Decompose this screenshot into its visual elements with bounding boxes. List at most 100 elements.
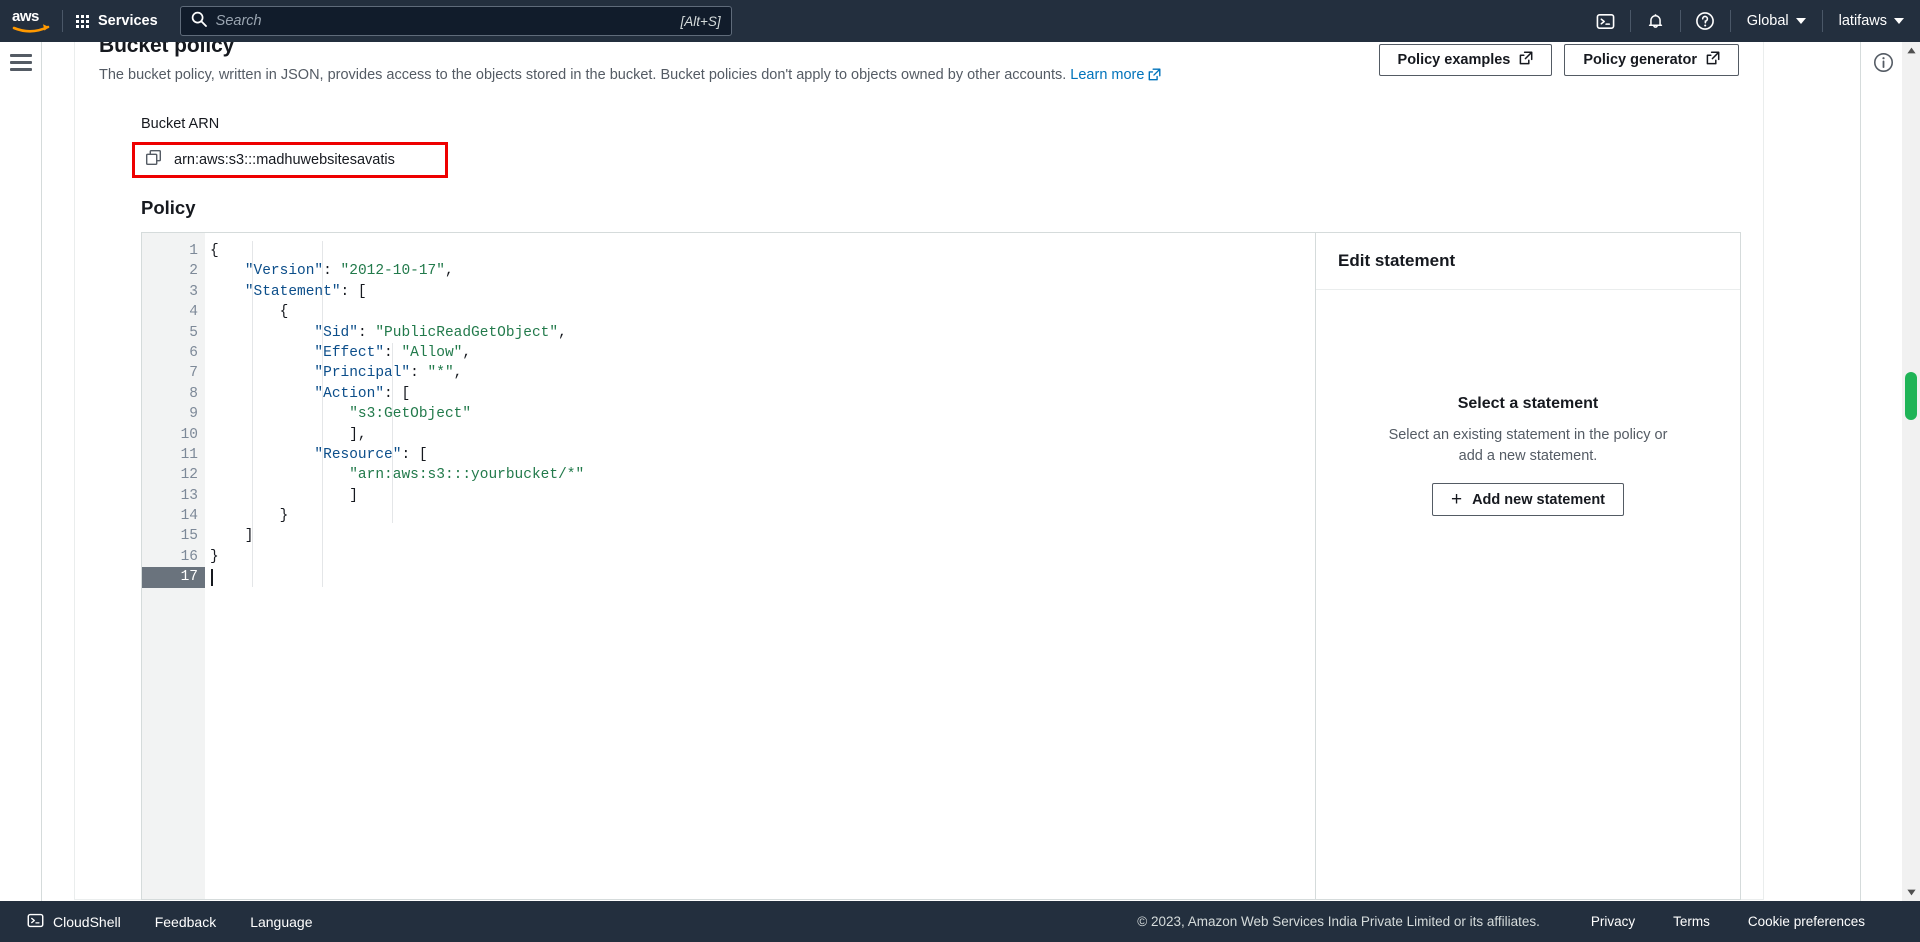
- info-panel-button[interactable]: [1871, 50, 1895, 74]
- cloudshell-button[interactable]: [1581, 0, 1630, 42]
- code-token-key: "Statement": [244, 283, 341, 300]
- main-content-area: Bucket policy The bucket policy, written…: [42, 42, 1801, 901]
- info-circle-icon: [1873, 52, 1893, 72]
- scrollbar-down-button[interactable]: [1902, 884, 1920, 901]
- json-code-editor[interactable]: 1▼ 2 3▼4▼ 5 6 7 8▼ 9 10 11▼ 12 13 14 15 16 17 { "Versio…: [142, 233, 1315, 899]
- indent-guide: [392, 343, 393, 523]
- code-token-pun: :: [357, 324, 376, 341]
- code-token-pun: [210, 467, 349, 483]
- code-token-pun: :: [410, 365, 428, 382]
- code-token-pun: }: [210, 548, 219, 565]
- page-scrollbar[interactable]: [1902, 42, 1920, 901]
- editor-line-number: 6: [189, 344, 198, 361]
- description-text: The bucket policy, written in JSON, prov…: [99, 67, 1071, 83]
- code-token-pun: ,: [462, 344, 472, 361]
- grid-icon: [76, 14, 89, 28]
- editor-code-line: "arn:aws:s3:::yourbucket/*": [205, 465, 1315, 485]
- editor-code-line: {: [205, 302, 1315, 322]
- editor-code-line: }: [205, 506, 1315, 526]
- scrollbar-up-button[interactable]: [1902, 42, 1920, 59]
- code-token-pun: ],: [210, 426, 367, 443]
- services-label: Services: [98, 13, 158, 29]
- plus-icon: +: [1450, 489, 1463, 510]
- card-header: Bucket policy The bucket policy, written…: [75, 42, 1763, 104]
- header-actions: Policy examples Policy generator: [1378, 44, 1739, 76]
- footer-left-group: CloudShell Feedback Language: [0, 901, 330, 942]
- global-search-box[interactable]: [Alt+S]: [179, 6, 732, 36]
- add-new-statement-button[interactable]: + Add new statement: [1431, 483, 1625, 516]
- chevron-down-icon: [1795, 18, 1806, 24]
- learn-more-label: Learn more: [1070, 67, 1145, 83]
- editor-line-number: 13: [180, 487, 198, 504]
- code-token-pun: : [: [401, 446, 428, 463]
- editor-code-line: "Statement": [: [205, 282, 1315, 302]
- notifications-button[interactable]: [1631, 0, 1680, 42]
- editor-code-line: "Version": "2012-10-17",: [205, 261, 1315, 281]
- aws-logo-icon: aws: [12, 8, 50, 33]
- text-cursor: [211, 569, 213, 587]
- code-token-pun: }: [210, 508, 289, 525]
- footer-cookie-preferences-link[interactable]: Cookie preferences: [1729, 914, 1884, 929]
- top-navigation-bar: aws Services [Alt+S]: [0, 0, 1920, 42]
- editor-line-number: 11▼: [142, 445, 211, 465]
- account-label: latifaws: [1838, 13, 1887, 29]
- caret-down-icon: [1906, 889, 1916, 896]
- question-circle-icon: [1696, 12, 1715, 30]
- search-shortcut-hint: [Alt+S]: [680, 13, 721, 29]
- sidebar-toggle-button[interactable]: [10, 54, 32, 71]
- code-token-pun: {: [210, 243, 219, 259]
- code-token-pun: ,: [444, 263, 454, 280]
- cloudshell-terminal-icon: [27, 912, 44, 932]
- bucket-arn-label: Bucket ARN: [141, 116, 220, 132]
- policy-generator-button[interactable]: Policy generator: [1564, 44, 1739, 76]
- add-new-statement-label: Add new statement: [1472, 491, 1606, 508]
- page-description: The bucket policy, written in JSON, prov…: [99, 65, 1199, 87]
- code-token-str: "s3:GetObject": [349, 406, 472, 423]
- footer-bar: CloudShell Feedback Language © 2023, Ama…: [0, 901, 1920, 942]
- editor-line-number: 8▼: [142, 384, 210, 404]
- bucket-policy-card: Bucket policy The bucket policy, written…: [74, 42, 1764, 900]
- right-info-rail: [1860, 42, 1902, 901]
- policy-examples-button[interactable]: Policy examples: [1378, 44, 1553, 76]
- code-token-pun: ,: [558, 324, 567, 341]
- code-token-pun: ,: [453, 365, 463, 382]
- hamburger-menu-icon: [10, 68, 32, 71]
- editor-line-number: 10: [180, 426, 198, 443]
- footer-cloudshell-button[interactable]: CloudShell: [10, 901, 138, 942]
- aws-logo[interactable]: aws: [0, 0, 62, 42]
- footer-terms-link[interactable]: Terms: [1654, 914, 1729, 929]
- indent-guide: [322, 241, 323, 587]
- footer-feedback-link[interactable]: Feedback: [138, 901, 233, 942]
- cloudshell-terminal-icon: [1596, 13, 1615, 29]
- account-menu[interactable]: latifaws: [1823, 0, 1920, 42]
- left-navigation-rail: [0, 42, 42, 901]
- help-button[interactable]: [1681, 0, 1730, 42]
- editor-code-area[interactable]: { "Version": "2012-10-17", "Statement": …: [205, 233, 1315, 899]
- code-token-pun: [210, 325, 314, 341]
- page-title: Bucket policy: [99, 42, 235, 57]
- external-link-icon: [1706, 51, 1720, 69]
- code-token-pun: [210, 447, 314, 463]
- svg-text:aws: aws: [12, 8, 39, 25]
- learn-more-link[interactable]: Learn more: [1070, 67, 1161, 83]
- search-input[interactable]: [215, 13, 672, 29]
- bell-icon: [1648, 13, 1662, 28]
- footer-copyright: © 2023, Amazon Web Services India Privat…: [1137, 914, 1540, 929]
- services-menu-button[interactable]: Services: [63, 0, 171, 42]
- editor-line-number: 15: [180, 528, 198, 545]
- footer-language-label: Language: [250, 913, 313, 930]
- edit-statement-panel: Edit statement Select a statement Select…: [1315, 233, 1740, 899]
- empty-state-title: Select a statement: [1457, 395, 1599, 412]
- editor-code-line: "Action": [: [205, 384, 1315, 404]
- scrollbar-thumb[interactable]: [1905, 372, 1917, 420]
- policy-examples-label: Policy examples: [1397, 52, 1511, 68]
- copy-icon[interactable]: [145, 149, 162, 171]
- footer-privacy-link[interactable]: Privacy: [1572, 914, 1654, 929]
- region-selector[interactable]: Global: [1731, 0, 1822, 42]
- editor-code-line: }: [205, 547, 1315, 567]
- editor-line-number: 12: [180, 467, 198, 484]
- footer-language-selector[interactable]: Language: [233, 901, 329, 942]
- bucket-arn-field[interactable]: arn:aws:s3:::madhuwebsitesavatis: [135, 145, 445, 175]
- editor-line-number: 2: [189, 263, 198, 280]
- code-token-key: "Effect": [314, 344, 385, 361]
